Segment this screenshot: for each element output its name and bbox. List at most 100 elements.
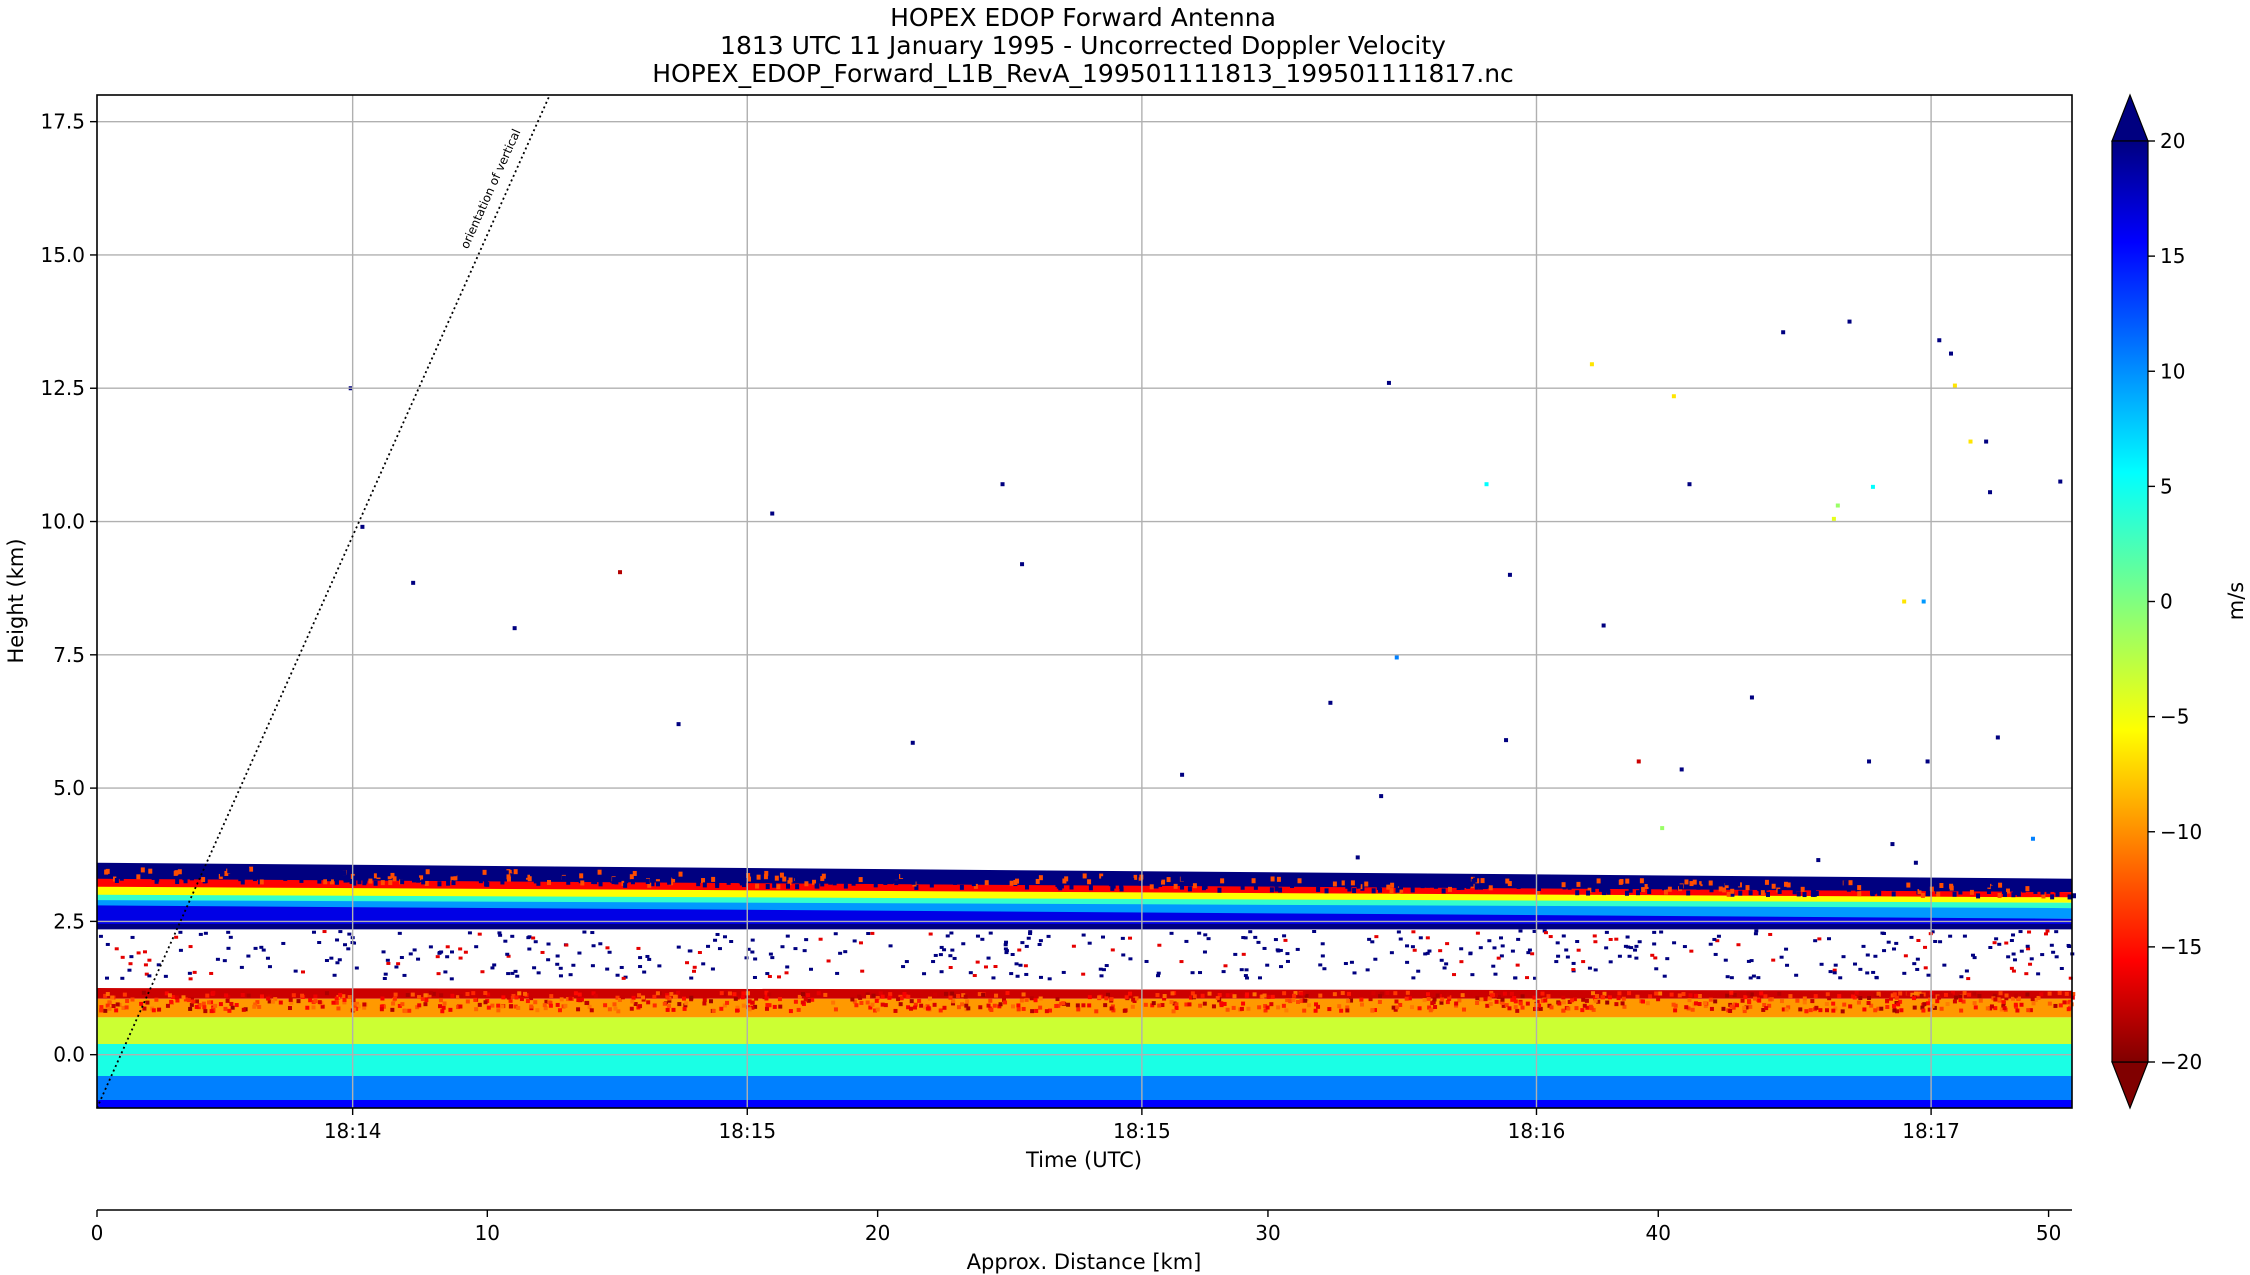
speckle-cell <box>367 874 372 880</box>
speckle-cell <box>148 868 153 874</box>
speckle-cell <box>103 1008 108 1013</box>
speckle-cell <box>849 872 854 878</box>
speckle-cell <box>1244 877 1249 883</box>
speckle-cell <box>335 938 340 942</box>
speckle-cell <box>1026 936 1031 940</box>
speckle-cell <box>1220 878 1225 884</box>
speckle-cell <box>1196 879 1201 885</box>
speckle-cell <box>568 996 573 1001</box>
speckle-cell <box>776 884 781 890</box>
speckle-cell <box>1880 931 1885 935</box>
speckle-cell <box>540 875 545 881</box>
speckle-cell <box>404 870 409 876</box>
speckle-cell <box>1071 944 1076 948</box>
speckle-cell <box>577 992 582 997</box>
speckle-cell <box>558 974 563 978</box>
speckle-cell <box>1352 888 1357 894</box>
speckle-cell <box>1892 947 1897 951</box>
time-tick-label: 18:15 <box>718 1119 776 1143</box>
speckle-cell <box>1474 884 1479 890</box>
speckle-cell <box>1919 993 1924 998</box>
speckle-cell <box>105 868 110 874</box>
speckle-cell <box>1291 998 1296 1003</box>
speckle-cell <box>909 1006 914 1011</box>
speckle-cell <box>1155 993 1160 998</box>
speckle-cell <box>1364 881 1369 887</box>
speckle-cell <box>1570 998 1575 1003</box>
speckle-cell <box>1498 936 1503 940</box>
speckle-cell <box>938 1008 943 1013</box>
speckle-cell <box>1225 880 1230 886</box>
speckle-cell <box>394 965 399 969</box>
speckle-cell <box>1827 937 1832 941</box>
speckle-cell <box>612 1002 617 1007</box>
speckle-cell <box>1813 939 1818 943</box>
speckle-cell <box>1253 935 1258 939</box>
echo-point <box>1601 623 1606 628</box>
speckle-cell <box>211 990 216 995</box>
speckle-cell <box>1390 882 1395 888</box>
speckle-cell <box>1871 970 1876 974</box>
speckle-cell <box>1561 991 1566 996</box>
speckle-cell <box>1628 887 1633 893</box>
speckle-cell <box>260 868 265 874</box>
speckle-cell <box>832 880 837 886</box>
speckle-cell <box>948 954 953 958</box>
speckle-cell <box>1764 1006 1769 1011</box>
speckle-cell <box>770 956 775 960</box>
speckle-cell <box>1713 878 1718 884</box>
speckle-cell <box>1543 998 1548 1003</box>
speckle-cell <box>1038 939 1043 943</box>
echo-point <box>1379 794 1384 799</box>
speckle-cell <box>311 930 316 934</box>
speckle-cell <box>130 935 135 939</box>
speckle-cell <box>652 994 657 999</box>
speckle-cell <box>598 942 603 946</box>
speckle-cell <box>1922 1002 1927 1007</box>
speckle-cell <box>942 948 947 952</box>
speckle-cell <box>1248 930 1253 934</box>
speckle-cell <box>672 994 677 999</box>
speckle-cell <box>1777 888 1782 894</box>
speckle-cell <box>2066 1007 2071 1012</box>
speckle-cell <box>890 877 895 883</box>
speckle-cell <box>483 990 488 995</box>
speckle-cell <box>1282 991 1287 996</box>
speckle-cell <box>767 992 772 997</box>
speckle-cell <box>1377 878 1382 884</box>
speckle-cell <box>2058 1003 2063 1008</box>
colorbar-tick-label: 0 <box>2160 590 2173 614</box>
speckle-cell <box>209 1009 214 1014</box>
speckle-cell <box>607 950 612 954</box>
speckle-cell <box>719 991 724 996</box>
echo-point <box>1902 599 1907 604</box>
speckle-cell <box>922 972 927 976</box>
speckle-cell <box>450 993 455 998</box>
speckle-cell <box>1861 944 1866 948</box>
speckle-cell <box>1082 873 1087 879</box>
speckle-cell <box>1921 1008 1926 1013</box>
speckle-cell <box>566 879 571 885</box>
colorbar-tick-label: −10 <box>2160 820 2202 844</box>
speckle-cell <box>498 933 503 937</box>
speckle-cell <box>1389 888 1394 894</box>
speckle-cell <box>1645 1001 1650 1006</box>
speckle-cell <box>1441 888 1446 894</box>
speckle-cell <box>1343 962 1348 966</box>
speckle-cell <box>1426 882 1431 888</box>
speckle-cell <box>407 1008 412 1013</box>
speckle-cell <box>1359 997 1364 1002</box>
speckle-cell <box>953 879 958 885</box>
speckle-cell <box>688 949 693 953</box>
speckle-cell <box>772 1004 777 1009</box>
speckle-cell <box>523 991 528 996</box>
speckle-cell <box>1270 994 1275 999</box>
speckle-cell <box>1596 878 1601 884</box>
speckle-cell <box>209 971 214 975</box>
speckle-cell <box>1285 952 1290 956</box>
speckle-cell <box>403 1009 408 1014</box>
speckle-cell <box>151 874 156 880</box>
speckle-cell <box>1428 1008 1433 1013</box>
speckle-cell <box>945 934 950 938</box>
speckle-cell <box>1584 882 1589 888</box>
